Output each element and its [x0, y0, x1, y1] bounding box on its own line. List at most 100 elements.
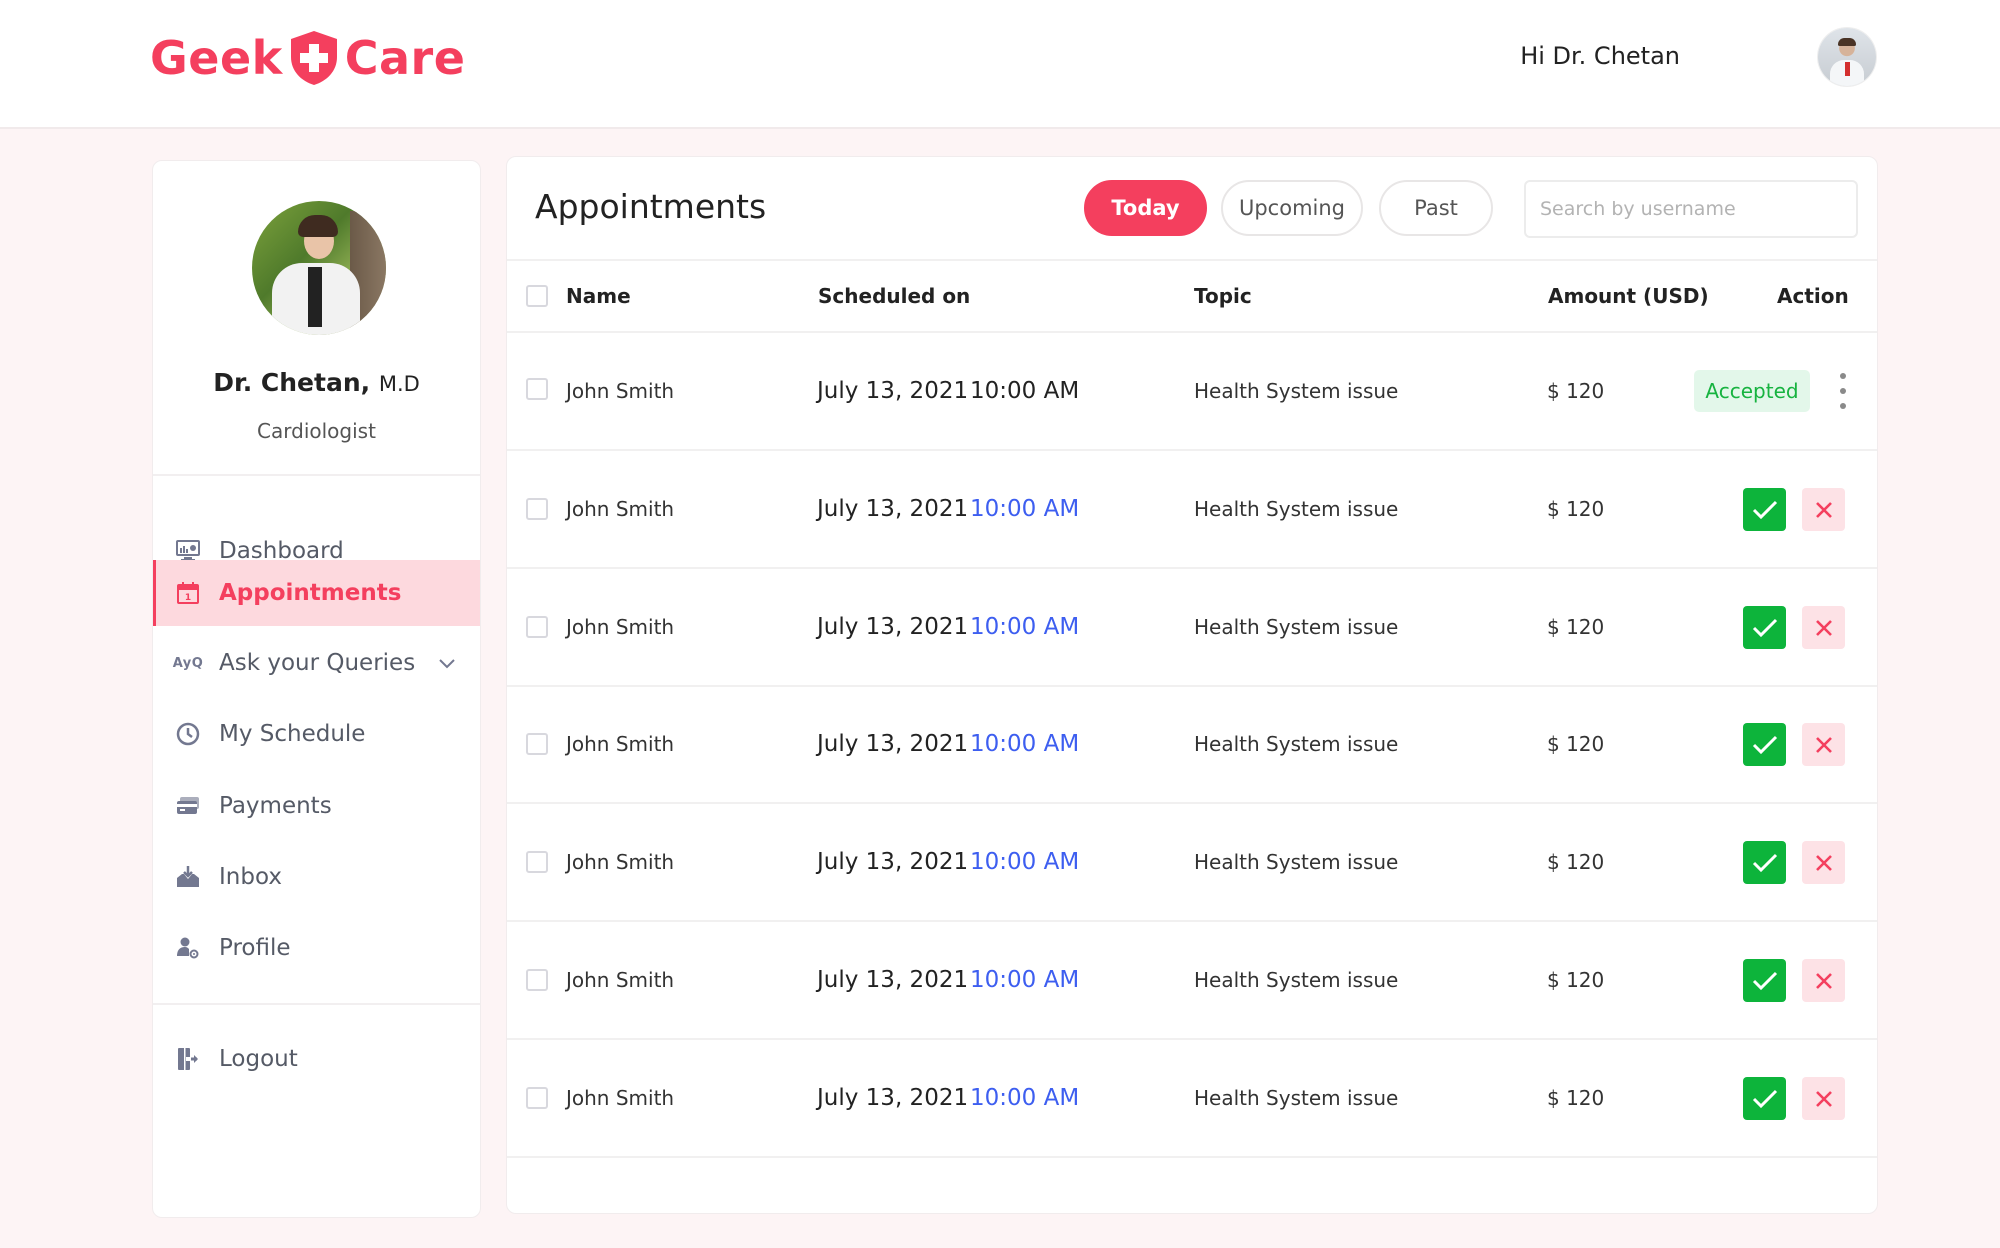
appointment-date: July 13, 2021 — [817, 378, 969, 404]
appointment-amount: $ 120 — [1547, 1086, 1605, 1110]
appointment-time: 10:00 AM — [970, 731, 1080, 757]
appointment-topic: Health System issue — [1194, 732, 1399, 756]
dot — [1840, 403, 1846, 409]
appointment-date: July 13, 2021 — [817, 1085, 969, 1111]
column-header-name[interactable]: Name — [566, 268, 631, 324]
row-checkbox[interactable] — [526, 969, 548, 991]
page-title: Appointments — [535, 187, 767, 226]
appointment-amount: $ 120 — [1547, 850, 1605, 874]
sidebar-item-label: Inbox — [219, 864, 282, 890]
tab-past[interactable]: Past — [1379, 180, 1493, 236]
user-avatar[interactable] — [1818, 28, 1876, 86]
tab-upcoming[interactable]: Upcoming — [1221, 180, 1363, 236]
appointment-date: July 13, 2021 — [817, 849, 969, 875]
reject-button[interactable] — [1802, 841, 1845, 884]
column-header-scheduled-on[interactable]: Scheduled on — [818, 268, 970, 324]
doctor-name: Dr. Chetan, M.D — [153, 368, 480, 397]
reject-button[interactable] — [1802, 606, 1845, 649]
table-row: John Smith July 13, 2021 10:00 AM Health… — [507, 569, 1877, 685]
sidebar-item-label: My Schedule — [219, 721, 366, 747]
patient-name[interactable]: John Smith — [566, 569, 674, 685]
patient-name[interactable]: John Smith — [566, 451, 674, 567]
row-checkbox[interactable] — [526, 378, 548, 400]
close-icon — [1815, 736, 1832, 753]
appointment-amount: $ 120 — [1547, 968, 1605, 992]
more-options-icon[interactable] — [1833, 373, 1853, 409]
accept-button[interactable] — [1743, 1077, 1786, 1120]
doctor-name-text: Dr. Chetan, — [213, 368, 371, 397]
close-icon — [1815, 619, 1832, 636]
svg-text:1: 1 — [185, 593, 191, 603]
check-icon — [1752, 618, 1777, 637]
row-checkbox[interactable] — [526, 498, 548, 520]
reject-button[interactable] — [1802, 723, 1845, 766]
photo-blouse — [308, 267, 322, 327]
avatar-hair — [1838, 38, 1856, 46]
sidebar-item-payments[interactable]: Payments — [153, 773, 480, 839]
column-header-amount[interactable]: Amount (USD) — [1548, 268, 1709, 324]
sidebar-item-label: Profile — [219, 935, 291, 961]
search-input[interactable] — [1524, 180, 1858, 238]
appointment-topic: Health System issue — [1194, 379, 1399, 403]
sidebar-item-ask-your-queries[interactable]: AyQ Ask your Queries — [153, 630, 480, 696]
appointment-time: 10:00 AM — [970, 1085, 1080, 1111]
brand-name-right: Care — [344, 31, 466, 85]
sidebar-item-label: Payments — [219, 793, 332, 819]
dot — [1840, 388, 1846, 394]
patient-name[interactable]: John Smith — [566, 1040, 674, 1156]
table-row: John Smith July 13, 2021 10:00 AM Health… — [507, 804, 1877, 920]
sidebar-item-inbox[interactable]: Inbox — [153, 844, 480, 910]
brand-logo[interactable]: Geek Care — [150, 28, 465, 88]
photo-hair — [298, 215, 338, 237]
divider — [507, 259, 1877, 261]
reject-button[interactable] — [1802, 1077, 1845, 1120]
reject-button[interactable] — [1802, 959, 1845, 1002]
row-checkbox[interactable] — [526, 733, 548, 755]
sidebar-item-my-schedule[interactable]: My Schedule — [153, 701, 480, 767]
logout-button[interactable]: Logout — [153, 1026, 480, 1092]
accept-button[interactable] — [1743, 606, 1786, 649]
row-checkbox[interactable] — [526, 1087, 548, 1109]
appointment-time: 10:00 AM — [970, 614, 1080, 640]
sidebar-divider — [153, 474, 480, 476]
logout-door-icon — [175, 1046, 201, 1072]
appointment-amount: $ 120 — [1547, 615, 1605, 639]
reject-button[interactable] — [1802, 488, 1845, 531]
close-icon — [1815, 854, 1832, 871]
sidebar-item-profile[interactable]: Profile — [153, 915, 480, 981]
check-icon — [1752, 1089, 1777, 1108]
column-header-topic[interactable]: Topic — [1194, 268, 1252, 324]
appointment-amount: $ 120 — [1547, 379, 1605, 403]
row-checkbox[interactable] — [526, 851, 548, 873]
accept-button[interactable] — [1743, 841, 1786, 884]
row-checkbox[interactable] — [526, 616, 548, 638]
sidebar-item-appointments[interactable]: 1 Appointments — [153, 560, 480, 626]
avatar-tie — [1845, 62, 1850, 76]
clock-icon — [175, 721, 201, 747]
user-greeting: Hi Dr. Chetan — [1520, 42, 1680, 70]
table-row: John Smith July 13, 2021 10:00 AM Health… — [507, 1040, 1877, 1156]
calendar-icon: 1 — [175, 580, 201, 606]
chevron-down-icon[interactable] — [436, 652, 458, 674]
close-icon — [1815, 1090, 1832, 1107]
patient-name[interactable]: John Smith — [566, 333, 674, 449]
check-icon — [1752, 853, 1777, 872]
patient-name[interactable]: John Smith — [566, 686, 674, 802]
shield-plus-icon — [287, 29, 341, 87]
appointment-date: July 13, 2021 — [817, 731, 969, 757]
appointment-amount: $ 120 — [1547, 497, 1605, 521]
sidebar: Dr. Chetan, M.D Cardiologist Dashboard 1… — [152, 160, 481, 1218]
select-all-checkbox[interactable] — [526, 285, 548, 307]
tab-today[interactable]: Today — [1084, 180, 1207, 236]
patient-name[interactable]: John Smith — [566, 804, 674, 920]
close-icon — [1815, 972, 1832, 989]
appointment-time: 10:00 AM — [970, 496, 1080, 522]
status-badge: Accepted — [1694, 370, 1810, 412]
sidebar-divider — [153, 1003, 480, 1005]
appointment-date: July 13, 2021 — [817, 496, 969, 522]
patient-name[interactable]: John Smith — [566, 922, 674, 1038]
accept-button[interactable] — [1743, 959, 1786, 1002]
accept-button[interactable] — [1743, 723, 1786, 766]
accept-button[interactable] — [1743, 488, 1786, 531]
inbox-download-icon — [175, 864, 201, 890]
